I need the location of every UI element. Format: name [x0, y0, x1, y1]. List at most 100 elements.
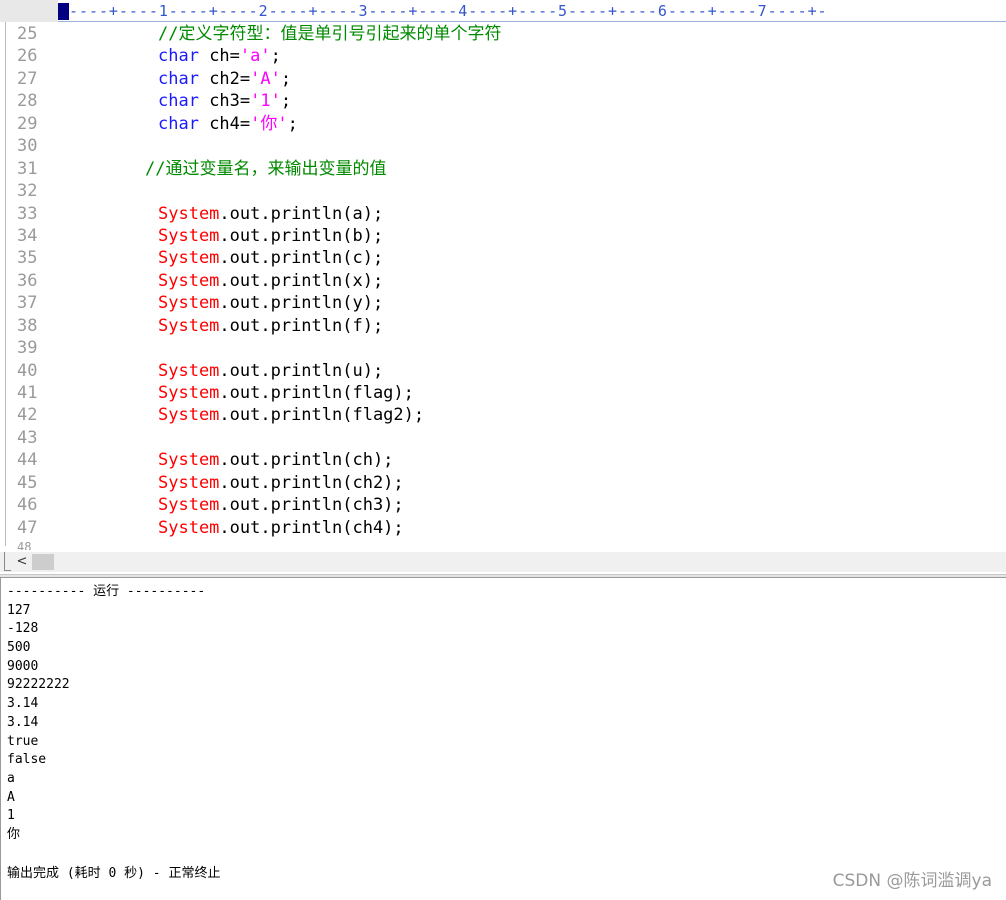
code-line[interactable]: 31 //通过变量名，来输出变量的值 [0, 158, 1006, 180]
output-line: a [7, 770, 15, 786]
code-line[interactable]: 28 char ch3='1'; [0, 90, 1006, 112]
code-token: .out.println(ch2); [219, 472, 404, 493]
code-token: ; [280, 91, 292, 112]
line-number: 35 [17, 248, 38, 269]
line-number: 42 [17, 405, 38, 426]
code-text: System.out.println(b); [158, 225, 383, 247]
code-line[interactable]: 27 char ch2='A'; [0, 68, 1006, 90]
code-line[interactable]: 34 System.out.println(b); [0, 225, 1006, 247]
horizontal-scrollbar[interactable]: < [0, 552, 1006, 572]
class-token: System [158, 315, 220, 336]
code-line[interactable]: 33 System.out.println(a); [0, 203, 1006, 225]
line-number: 32 [17, 181, 38, 202]
code-text: System.out.println(c); [158, 247, 383, 269]
code-token: ch2= [198, 68, 251, 89]
line-number: 34 [17, 225, 38, 246]
line-number: 27 [17, 68, 38, 89]
comment-token: //通过变量名，来输出变量的值 [145, 158, 387, 179]
line-number: 38 [17, 315, 38, 336]
line-number: 45 [17, 472, 38, 493]
code-line[interactable]: 39 [0, 337, 1006, 359]
line-number: 33 [17, 203, 38, 224]
code-line[interactable]: 30 [0, 135, 1006, 157]
comment-token: //定义字符型：值是单引号引起来的单个字符 [158, 24, 502, 44]
code-line[interactable]: 41 System.out.println(flag); [0, 382, 1006, 404]
code-token: .out.println(ch); [219, 450, 394, 471]
code-text: //通过变量名，来输出变量的值 [145, 158, 386, 180]
class-token: System [158, 517, 220, 538]
code-editor[interactable]: ----+----1----+----2----+----3----+----4… [0, 0, 1006, 576]
code-line[interactable]: 26 char ch='a'; [0, 45, 1006, 67]
code-line[interactable]: 40 System.out.println(u); [0, 360, 1006, 382]
code-token: .out.println(ch4); [219, 517, 404, 538]
keyword-token: char [158, 113, 199, 134]
class-token: System [158, 293, 220, 314]
output-status: 输出完成 (耗时 0 秒) - 正常终止 [7, 866, 221, 881]
code-token: .out.println(flag2); [219, 405, 425, 426]
code-line[interactable]: 45 System.out.println(ch2); [0, 472, 1006, 494]
code-token: .out.println(f); [219, 315, 384, 336]
line-number: 41 [17, 383, 38, 403]
code-token: ch4= [198, 113, 251, 134]
line-number: 44 [17, 450, 38, 471]
code-line[interactable]: 38 System.out.println(f); [0, 315, 1006, 337]
output-line: A [7, 789, 15, 805]
pane-corner-mark [4, 552, 11, 571]
code-text: System.out.println(ch3); [158, 494, 404, 516]
output-line: 9000 [7, 658, 39, 674]
scroll-left-arrow-icon[interactable]: < [14, 554, 30, 570]
scrollbar-thumb[interactable] [32, 554, 54, 570]
string-token: '1' [250, 91, 281, 112]
code-line[interactable]: 32 [0, 180, 1006, 202]
line-number: 25 [17, 24, 38, 44]
code-token: .out.println(x); [219, 270, 384, 291]
code-token: ; [280, 68, 292, 89]
code-line[interactable]: 37 System.out.println(y); [0, 292, 1006, 314]
code-token: .out.println(ch3); [219, 495, 404, 516]
code-line[interactable]: 25 //定义字符型：值是单引号引起来的单个字符 [0, 23, 1006, 45]
line-number: 29 [17, 113, 38, 134]
code-text: System.out.println(ch2); [158, 472, 404, 494]
code-line[interactable]: 35 System.out.println(c); [0, 247, 1006, 269]
line-number: 47 [17, 517, 38, 538]
code-line[interactable]: 42 System.out.println(flag2); [0, 404, 1006, 426]
code-line[interactable]: 44 System.out.println(ch); [0, 449, 1006, 471]
code-text: System.out.println(f); [158, 315, 383, 337]
code-lines[interactable]: 25 //定义字符型：值是单引号引起来的单个字符 26 char ch='a'; 27 c… [0, 23, 1006, 539]
code-token: .out.println(c); [219, 248, 384, 269]
code-text: System.out.println(flag2); [158, 404, 424, 426]
code-line[interactable]: 43 [0, 427, 1006, 449]
code-text: //定义字符型：值是单引号引起来的单个字符 [158, 23, 501, 45]
output-line: 127 [7, 602, 31, 618]
class-token: System [158, 472, 220, 493]
line-number: 40 [17, 360, 38, 381]
class-token: System [158, 203, 220, 224]
line-number: 43 [17, 427, 38, 448]
ruler-corner [0, 0, 58, 22]
class-token: System [158, 405, 220, 426]
line-number: 37 [17, 293, 38, 314]
code-text: char ch3='1'; [158, 90, 291, 112]
line-number-partial: 48 [17, 540, 32, 550]
code-line[interactable]: 46 System.out.println(ch3); [0, 494, 1006, 516]
output-header: ---------- 运行 ---------- [7, 584, 206, 599]
watermark: CSDN @陈词滥调ya [832, 871, 992, 891]
line-number: 39 [17, 338, 38, 359]
class-token: System [158, 248, 220, 269]
code-token: .out.println(y); [219, 293, 384, 314]
code-text: System.out.println(x); [158, 270, 383, 292]
output-line: false [7, 752, 47, 768]
code-text: char ch4='你'; [158, 113, 298, 135]
output-pane[interactable]: ---------- 运行 ---------- 127 -128 500 9000 9… [0, 578, 1006, 900]
code-line[interactable]: 29 char ch4='你'; [0, 113, 1006, 135]
code-text: System.out.println(a); [158, 203, 383, 225]
class-token: System [158, 450, 220, 471]
string-token: '你' [250, 113, 288, 134]
code-line[interactable]: 36 System.out.println(x); [0, 270, 1006, 292]
class-token: System [158, 495, 220, 516]
class-token: System [158, 360, 220, 381]
column-ruler: ----+----1----+----2----+----3----+----4… [58, 0, 1006, 22]
code-text: System.out.println(flag); [158, 382, 414, 404]
code-line[interactable]: 47 System.out.println(ch4); [0, 517, 1006, 539]
code-token: .out.println(b); [219, 225, 384, 246]
